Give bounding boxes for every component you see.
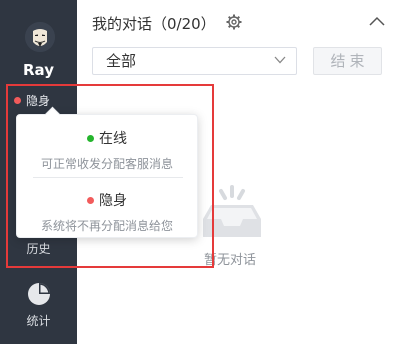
- chevron-up-icon[interactable]: [369, 15, 385, 27]
- chevron-down-icon: [274, 56, 286, 64]
- status-option-hidden-description: 系统将不再分配消息给您: [40, 219, 173, 233]
- conversation-filter-select[interactable]: 全部: [92, 47, 297, 75]
- status-option-online-label: 在线: [99, 131, 127, 147]
- conversation-count-title: 我的对话（0/20）: [92, 15, 216, 33]
- status-label: 隐身: [26, 94, 51, 108]
- empty-state-text: 暂无对话: [204, 253, 257, 268]
- status-option-online-description: 可正常收发分配客服消息: [40, 157, 173, 171]
- status-option-hidden-label: 隐身: [99, 193, 127, 209]
- filter-selected-value: 全部: [106, 52, 137, 70]
- menu-divider: [33, 177, 183, 178]
- status-option-hidden[interactable]: 隐身 系统将不再分配消息给您: [17, 190, 197, 234]
- nav-stats[interactable]: 统计: [0, 282, 77, 329]
- status-dot-icon: [14, 97, 21, 104]
- empty-inbox-icon: [203, 185, 261, 237]
- status-toggle[interactable]: 隐身: [14, 92, 50, 109]
- end-conversation-button[interactable]: 结束: [313, 47, 382, 75]
- hidden-dot-icon: [87, 196, 94, 204]
- nav-stats-label: 统计: [26, 314, 51, 328]
- avatar[interactable]: [25, 22, 55, 52]
- status-option-online[interactable]: 在线 可正常收发分配客服消息: [17, 128, 197, 172]
- user-name: Ray: [23, 61, 54, 79]
- online-dot-icon: [87, 134, 94, 142]
- nav-history-label: 历史: [26, 242, 51, 256]
- status-menu-popover: 在线 可正常收发分配客服消息 隐身 系统将不再分配消息给您: [16, 106, 198, 238]
- mask-avatar-icon: [25, 22, 55, 52]
- gear-icon[interactable]: [226, 14, 242, 30]
- nav-history[interactable]: 历史: [0, 240, 77, 257]
- pie-chart-icon: [27, 283, 50, 305]
